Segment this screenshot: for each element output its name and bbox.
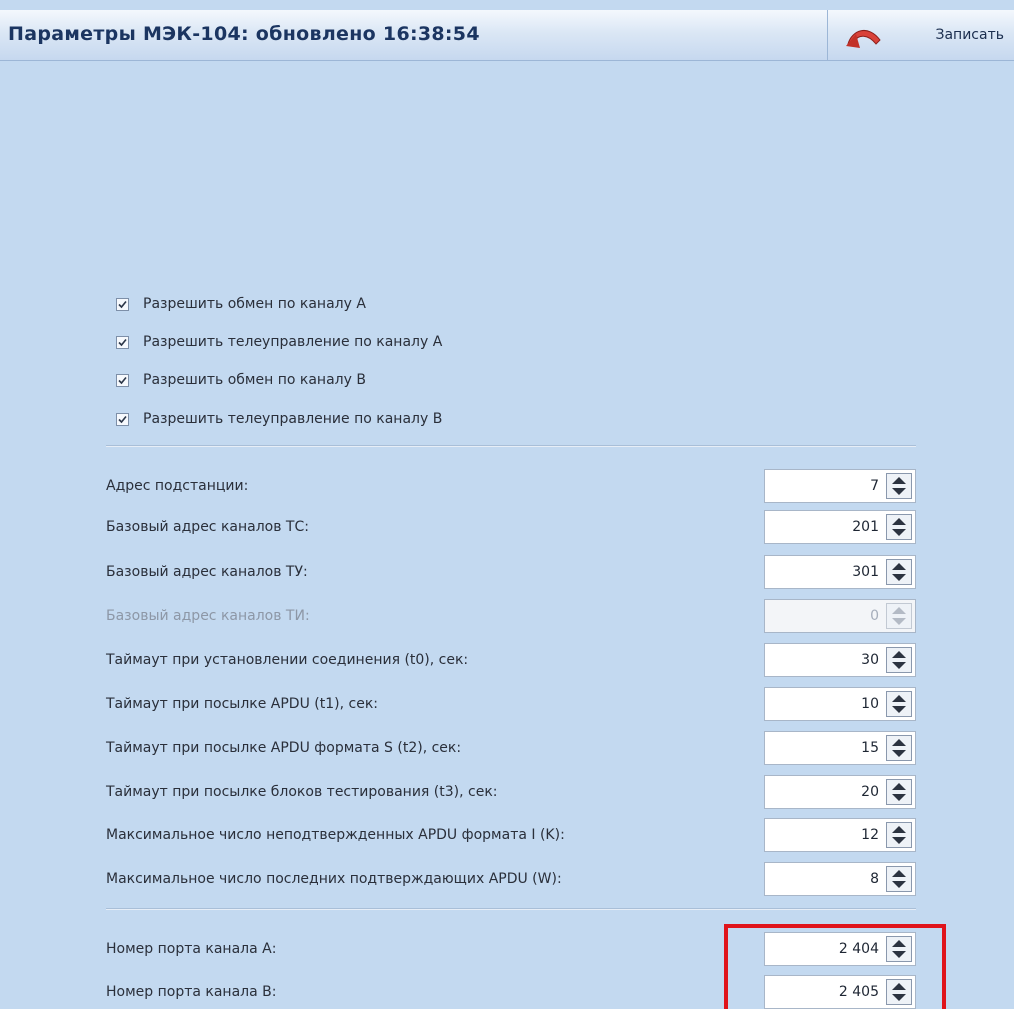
save-button-label: Записать (935, 27, 1005, 43)
title-bar: Параметры МЭК-104: обновлено 16:38:54 За… (0, 10, 1014, 61)
numeric-spinner[interactable]: 30 (764, 643, 916, 677)
field-label: Базовый адрес каналов ТИ: (106, 608, 310, 624)
spinner-arrows-icon[interactable] (886, 647, 912, 673)
field-label: Базовый адрес каналов ТУ: (106, 564, 308, 580)
spinner-value[interactable]: 30 (861, 652, 879, 668)
spinner-arrows-icon (886, 603, 912, 629)
field-label: Номер порта канала А: (106, 941, 277, 957)
field-label: Номер порта канала В: (106, 984, 277, 1000)
field-timeout-t2: Таймаут при посылке APDU формата S (t2),… (106, 731, 916, 767)
spinner-value[interactable]: 15 (861, 740, 879, 756)
checkbox-label: Разрешить обмен по каналу В (143, 372, 366, 388)
divider (106, 445, 916, 447)
field-max-unconfirmed-k: Максимальное число неподтвержденных APDU… (106, 818, 916, 854)
checkbox-checked-icon[interactable] (116, 412, 129, 426)
numeric-spinner[interactable]: 20 (764, 775, 916, 809)
spinner-arrows-icon[interactable] (886, 514, 912, 540)
field-label: Таймаут при установлении соединения (t0)… (106, 652, 469, 668)
field-substation-address: Адрес подстанции: 7 (106, 469, 916, 505)
field-label: Таймаут при посылке APDU (t1), сек: (106, 696, 378, 712)
field-label: Максимальное число последних подтверждаю… (106, 871, 562, 887)
spinner-arrows-icon[interactable] (886, 735, 912, 761)
undo-arrow-icon (846, 30, 881, 48)
field-timeout-t0: Таймаут при установлении соединения (t0)… (106, 643, 916, 679)
spinner-value[interactable]: 12 (861, 827, 879, 843)
spinner-arrows-icon[interactable] (886, 779, 912, 805)
numeric-spinner[interactable]: 15 (764, 731, 916, 765)
field-timeout-t1: Таймаут при посылке APDU (t1), сек: 10 (106, 687, 916, 723)
checkbox-exchange-b[interactable]: Разрешить обмен по каналу В (116, 372, 366, 388)
spinner-value[interactable]: 20 (861, 784, 879, 800)
spinner-value: 0 (870, 608, 879, 624)
spinner-arrows-icon[interactable] (886, 473, 912, 499)
spinner-arrows-icon[interactable] (886, 822, 912, 848)
divider (106, 908, 916, 910)
field-label: Таймаут при посылке APDU формата S (t2),… (106, 740, 462, 756)
checkbox-telecontrol-a[interactable]: Разрешить телеуправление по каналу А (116, 334, 442, 350)
spinner-value[interactable]: 301 (852, 564, 879, 580)
numeric-spinner[interactable]: 12 (764, 818, 916, 852)
field-label: Максимальное число неподтвержденных APDU… (106, 827, 565, 843)
field-label: Таймаут при посылке блоков тестирования … (106, 784, 498, 800)
field-ti-base-address: Базовый адрес каналов ТИ: 0 (106, 599, 916, 635)
checkbox-label: Разрешить телеуправление по каналу В (143, 411, 443, 427)
spinner-value[interactable]: 8 (870, 871, 879, 887)
spinner-arrows-icon[interactable] (886, 866, 912, 892)
save-button[interactable]: Записать (827, 10, 1014, 60)
page-title: Параметры МЭК-104: обновлено 16:38:54 (8, 23, 480, 45)
field-label: Адрес подстанции: (106, 478, 249, 494)
checkbox-checked-icon[interactable] (116, 335, 129, 349)
checkbox-telecontrol-b[interactable]: Разрешить телеуправление по каналу В (116, 411, 442, 427)
checkbox-label: Разрешить телеуправление по каналу А (143, 334, 443, 350)
spinner-arrows-icon[interactable] (886, 559, 912, 585)
field-max-acknowledging-w: Максимальное число последних подтверждаю… (106, 862, 916, 898)
numeric-spinner[interactable]: 7 (764, 469, 916, 503)
checkbox-exchange-a[interactable]: Разрешить обмен по каналу А (116, 296, 366, 312)
port-highlight-frame (724, 924, 946, 1009)
numeric-spinner-disabled: 0 (764, 599, 916, 633)
checkbox-label: Разрешить обмен по каналу А (143, 296, 366, 312)
field-timeout-t3: Таймаут при посылке блоков тестирования … (106, 775, 916, 811)
field-ts-base-address: Базовый адрес каналов ТС: 201 (106, 510, 916, 546)
numeric-spinner[interactable]: 301 (764, 555, 916, 589)
spinner-value[interactable]: 201 (852, 519, 879, 535)
field-label: Базовый адрес каналов ТС: (106, 519, 309, 535)
numeric-spinner[interactable]: 8 (764, 862, 916, 896)
spinner-value[interactable]: 10 (861, 696, 879, 712)
numeric-spinner[interactable]: 10 (764, 687, 916, 721)
spinner-arrows-icon[interactable] (886, 691, 912, 717)
checkbox-checked-icon[interactable] (116, 297, 129, 311)
field-tu-base-address: Базовый адрес каналов ТУ: 301 (106, 555, 916, 591)
settings-window: Параметры МЭК-104: обновлено 16:38:54 За… (0, 0, 1014, 1009)
checkbox-checked-icon[interactable] (116, 373, 129, 387)
spinner-value[interactable]: 7 (870, 478, 879, 494)
numeric-spinner[interactable]: 201 (764, 510, 916, 544)
